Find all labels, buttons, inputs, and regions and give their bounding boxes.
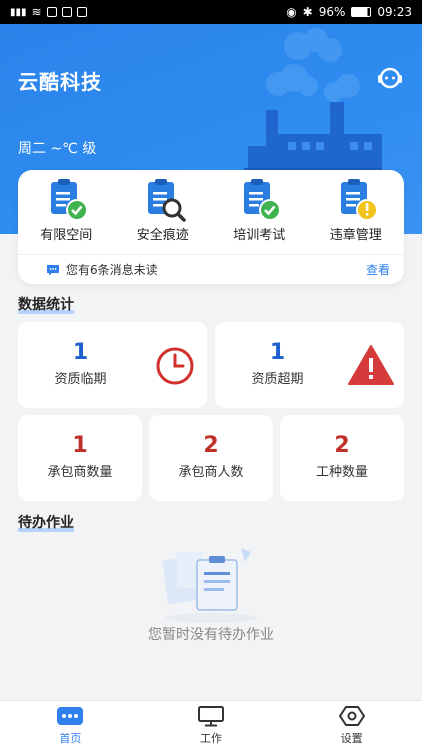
warning-triangle-icon <box>348 345 394 385</box>
stat-value: 2 <box>203 433 219 458</box>
quick-action-violation-management[interactable]: 违章管理 <box>311 178 401 244</box>
notification-icon <box>61 7 72 17</box>
clock-icon <box>156 347 194 385</box>
factory-illustration <box>244 28 382 174</box>
clipboard-warning-icon <box>340 179 378 221</box>
stat-value: 1 <box>72 433 88 458</box>
stat-card-qualification-expiring[interactable]: 1 资质临期 <box>18 322 207 408</box>
home-dots-icon <box>57 707 84 725</box>
quick-action-label: 违章管理 <box>329 228 382 243</box>
tab-settings[interactable]: 设置 <box>281 701 422 750</box>
quick-action-label: 有限空间 <box>40 228 93 243</box>
quick-action-training-exam[interactable]: 培训考试 <box>214 178 304 244</box>
customer-service-icon[interactable] <box>376 64 404 92</box>
chat-bubble-icon <box>47 264 59 275</box>
data-stats-title: 数据统计 <box>18 294 74 314</box>
eye-icon: ◉ <box>286 5 297 19</box>
signal-icon: ▮▮▮ <box>10 6 27 18</box>
settings-hexagon-icon <box>338 706 365 726</box>
notification-icon <box>76 7 87 17</box>
stat-value: 1 <box>269 340 286 365</box>
empty-state-text: 您暂时没有待办作业 <box>148 627 274 643</box>
stat-card-qualification-expired[interactable]: 1 资质超期 <box>215 322 404 408</box>
tab-label: 工作 <box>200 732 222 745</box>
weather-info: 周二 ~℃ 级 <box>18 141 97 157</box>
stat-label: 承包商数量 <box>47 465 113 480</box>
view-messages-link[interactable]: 查看 <box>366 261 390 278</box>
quick-action-label: 安全痕迹 <box>136 228 189 243</box>
clipboard-check-icon <box>244 179 282 221</box>
bluetooth-icon: ✱ <box>302 5 313 19</box>
company-name: 云酷科技 <box>18 70 102 94</box>
empty-state <box>0 538 422 632</box>
clock: 09:23 <box>377 5 412 19</box>
stat-label: 资质临期 <box>54 372 107 387</box>
tab-label: 首页 <box>59 732 82 745</box>
clipboard-check-icon <box>51 179 89 221</box>
battery-icon <box>351 7 372 17</box>
bottom-tab-bar: 首页 工作 设置 <box>0 700 422 750</box>
stat-label: 工种数量 <box>315 465 368 480</box>
quick-actions-card: 有限空间 安全痕迹 培训考试 违章管理 您有6条消息未读 查看 <box>18 170 404 284</box>
clipboard-search-icon <box>147 179 186 222</box>
todo-title: 待办作业 <box>18 512 74 532</box>
notification-icon <box>46 7 57 17</box>
unread-message-text: 您有6条消息未读 <box>66 263 158 277</box>
stat-value: 2 <box>334 433 350 458</box>
battery-percent: 96% <box>318 5 346 19</box>
tab-work[interactable]: 工作 <box>141 701 282 750</box>
stat-card-contractor-count[interactable]: 1 承包商数量 <box>18 415 142 501</box>
stat-label: 资质超期 <box>251 372 304 387</box>
unread-notice[interactable]: 您有6条消息未读 查看 <box>18 254 404 284</box>
stat-value: 1 <box>72 340 89 365</box>
tab-home[interactable]: 首页 <box>0 701 141 750</box>
quick-action-confined-space[interactable]: 有限空间 <box>21 178 111 244</box>
monitor-icon <box>198 706 224 727</box>
quick-action-safety-trace[interactable]: 安全痕迹 <box>118 178 208 244</box>
stat-card-job-types[interactable]: 2 工种数量 <box>280 415 404 501</box>
wifi-icon: ≋ <box>31 5 42 19</box>
tab-label: 设置 <box>340 732 363 745</box>
stat-card-contractor-people[interactable]: 2 承包商人数 <box>149 415 273 501</box>
empty-clipboard-illustration <box>162 548 257 623</box>
quick-action-label: 培训考试 <box>233 228 286 243</box>
status-bar: ▮▮▮ ≋ ◉ ✱ 96% 09:23 <box>0 0 422 24</box>
stat-label: 承包商人数 <box>178 465 244 480</box>
